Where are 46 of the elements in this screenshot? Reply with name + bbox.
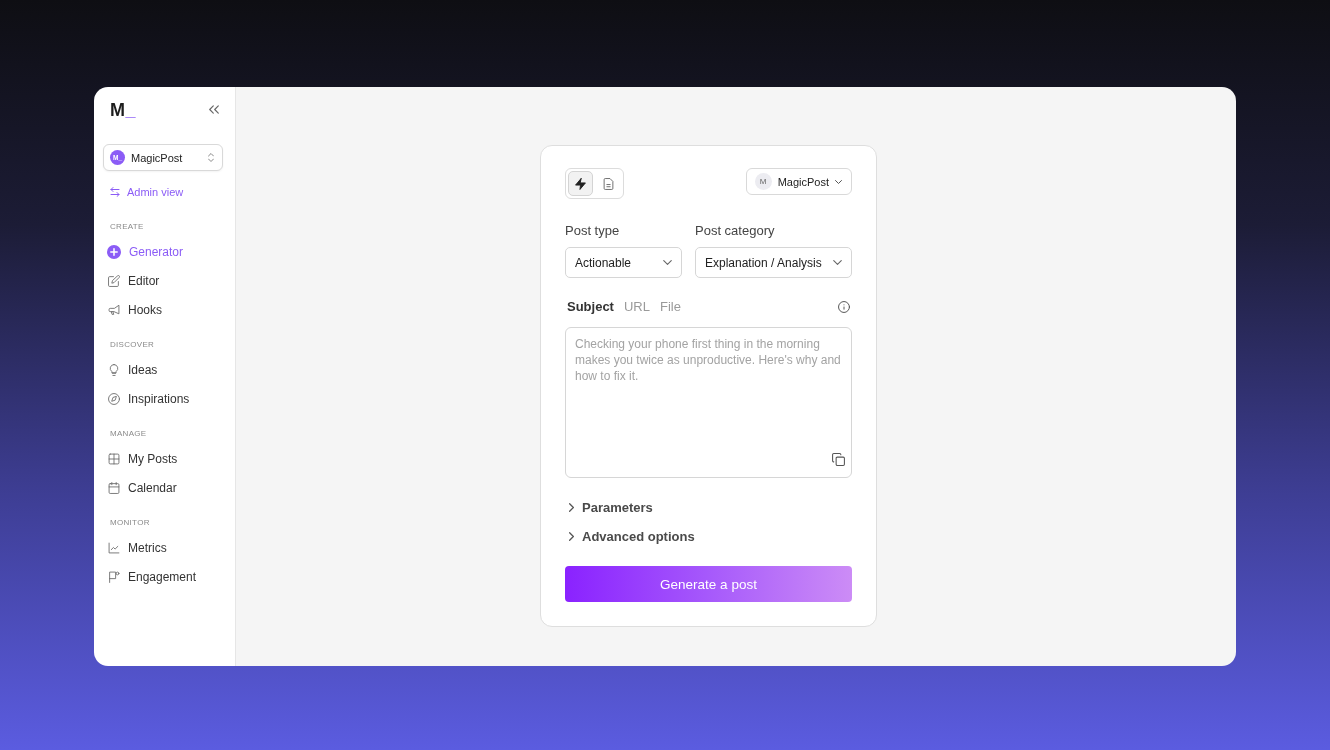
section-heading: MONITOR [110, 518, 151, 528]
sidebar-item[interactable]: My Posts [94, 444, 178, 473]
dropdown[interactable]: Explanation / Analysis [695, 247, 852, 278]
line-chart-icon [108, 541, 120, 554]
field-label: Post category [695, 223, 776, 239]
logo: M_ [110, 98, 136, 121]
pencil-square-icon [108, 274, 120, 287]
collapse-icon[interactable] [209, 105, 219, 114]
calendar-icon [108, 481, 120, 494]
chevron-down-icon [833, 260, 842, 265]
generate-button[interactable]: Generate a post [565, 566, 852, 602]
collapsible-section[interactable]: Parameters [565, 493, 653, 522]
document-icon [603, 177, 614, 190]
sidebar-item[interactable]: Metrics [94, 533, 167, 562]
chevrons-up-down-icon [208, 153, 214, 162]
compass-icon [108, 392, 120, 405]
account-avatar: M [754, 173, 772, 190]
section-heading: CREATE [110, 222, 145, 232]
mode-button[interactable] [568, 171, 593, 196]
sidebar-item[interactable]: Inspirations [94, 384, 190, 413]
sidebar-item[interactable]: Hooks [94, 295, 162, 324]
collapsible-section[interactable]: Advanced options [565, 522, 695, 551]
info-icon[interactable] [838, 301, 850, 313]
section-heading: MANAGE [110, 429, 148, 439]
dropdown[interactable]: Actionable [565, 247, 682, 278]
subject-field[interactable]: Checking your phone first thing in the morning makes you twice as unproductive. Here's why and how to fix it. [565, 327, 852, 478]
lightbulb-icon [108, 363, 120, 376]
flag-icon [108, 570, 120, 583]
source-tab[interactable]: Subject [565, 299, 618, 315]
admin-view-link[interactable]: Admin view [110, 185, 184, 199]
megaphone-icon [108, 303, 120, 316]
sidebar-item[interactable]: Calendar [94, 473, 177, 502]
swap-arrows-icon [110, 187, 120, 197]
plus-circle-icon [107, 244, 121, 259]
sidebar-item[interactable]: Generator [94, 237, 184, 266]
sidebar-item[interactable]: Editor [94, 266, 160, 295]
section-heading: DISCOVER [110, 340, 156, 350]
account-selector[interactable]: M MagicPost [745, 168, 852, 195]
chevron-down-icon [663, 260, 672, 265]
lightning-icon [575, 177, 586, 190]
sidebar-item[interactable]: Ideas [94, 355, 158, 384]
chevron-down-icon [835, 179, 842, 184]
grid-icon [108, 452, 120, 465]
copy-icon[interactable] [832, 453, 845, 466]
field-label: Post type [565, 223, 621, 239]
sidebar-item[interactable]: Engagement [94, 562, 197, 591]
